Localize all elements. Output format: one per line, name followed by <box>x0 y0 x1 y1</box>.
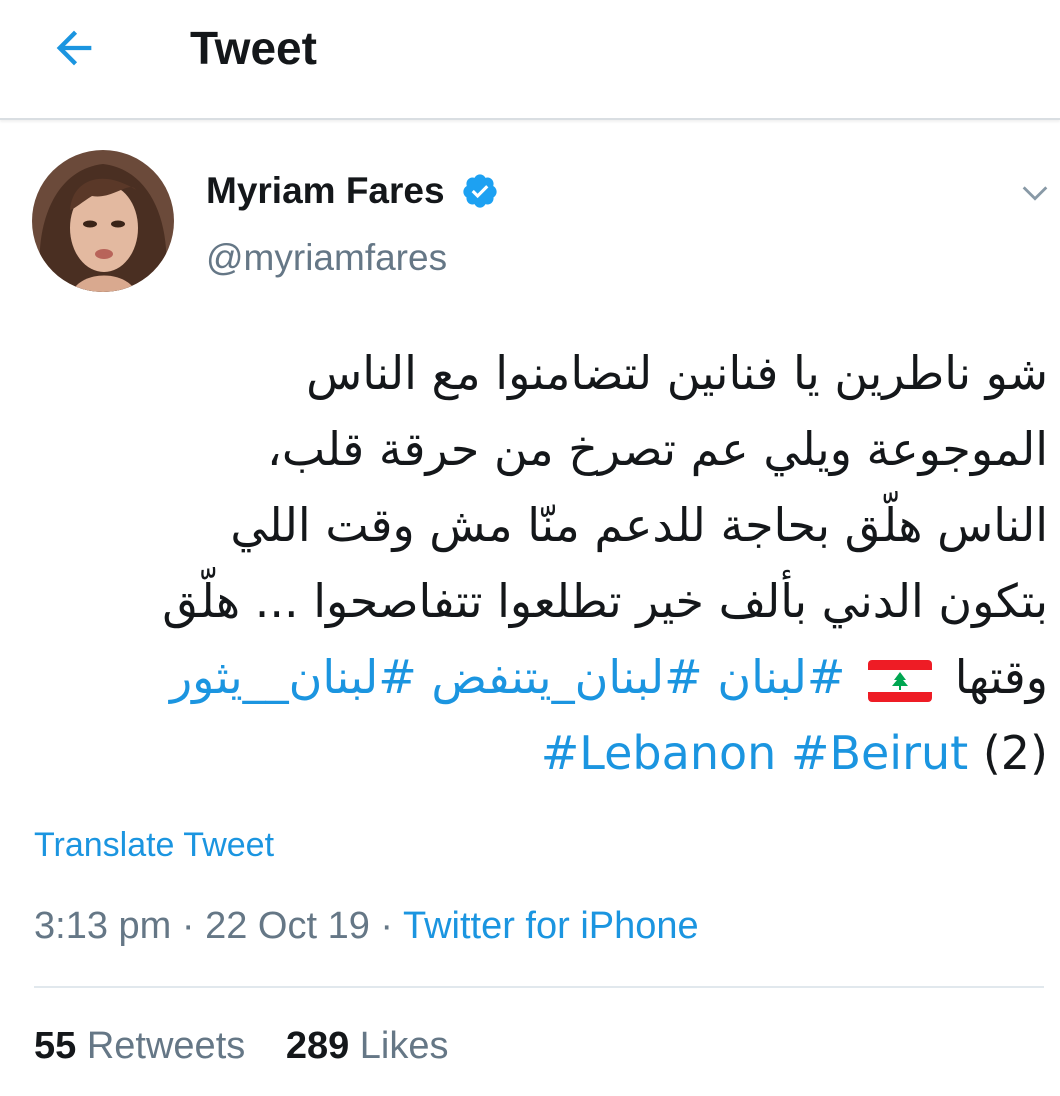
tweet-text-line: الناس هلّق بحاجة للدعم منّا مش وقت اللي <box>230 498 1048 552</box>
tweet-meta: 3:13 pm · 22 Oct 19 · Twitter for iPhone <box>34 900 699 952</box>
lebanon-flag-icon <box>868 659 933 702</box>
tweet-time: 3:13 pm <box>34 905 172 947</box>
hashtag-link[interactable]: #Beirut <box>791 726 968 780</box>
meta-separator: · <box>380 905 394 947</box>
tweet-text-line-hashtags: وقتها #لبنان #لبنان_يتنفض #لبنان__يثور <box>30 639 1048 715</box>
profile-photo <box>32 150 174 292</box>
divider <box>34 986 1044 988</box>
tweet-date: 22 Oct 19 <box>205 905 370 947</box>
page-title: Tweet <box>190 22 317 74</box>
translate-tweet-link[interactable]: Translate Tweet <box>34 822 274 868</box>
tweet-source-link[interactable]: Twitter for iPhone <box>403 905 699 947</box>
back-button[interactable] <box>48 22 100 74</box>
tweet-text-line: شو ناطرين يا فنانين لتضامنوا مع الناس <box>306 346 1048 400</box>
hashtag-link[interactable]: #لبنان <box>717 650 845 704</box>
tweet-text: شو ناطرين يا فنانين لتضامنوا مع الناس ال… <box>30 335 1048 791</box>
tweet-text-line: الموجوعة ويلي عم تصرخ من حرقة قلب، <box>267 422 1048 476</box>
verified-badge-icon <box>461 172 499 210</box>
retweets-stat[interactable]: 55 Retweets <box>34 1020 245 1072</box>
author-name: Myriam Fares <box>206 170 445 211</box>
likes-label: Likes <box>359 1025 449 1067</box>
chevron-down-icon <box>1022 186 1048 201</box>
author-handle[interactable]: @myriamfares <box>206 234 447 282</box>
tweet-stats: 55 Retweets 289 Likes <box>34 1020 479 1072</box>
tweet-text-line: بتكون الدني بألف خير تطلعوا تتفاصحوا ...… <box>162 574 1048 628</box>
likes-count: 289 <box>285 1025 350 1067</box>
top-bar: Tweet <box>0 0 1060 120</box>
arrow-left-icon <box>56 30 92 66</box>
tweet-suffix: (2) <box>982 726 1048 780</box>
tweet-options-button[interactable] <box>1018 176 1052 210</box>
retweets-count: 55 <box>34 1025 77 1067</box>
avatar[interactable] <box>32 150 174 292</box>
tweet-text-line-latin: #Lebanon #Beirut (2) <box>30 715 1048 791</box>
hashtag-link[interactable]: #لبنان_يتنفض <box>431 650 702 704</box>
tweet-word: وقتها <box>954 650 1048 704</box>
author-name-row[interactable]: Myriam Fares <box>206 166 499 216</box>
hashtag-link[interactable]: #لبنان__يثور <box>170 650 417 704</box>
likes-stat[interactable]: 289 Likes <box>286 1020 449 1072</box>
retweets-label: Retweets <box>86 1025 246 1067</box>
meta-separator: · <box>181 905 195 947</box>
hashtag-link[interactable]: #Lebanon <box>541 726 777 780</box>
